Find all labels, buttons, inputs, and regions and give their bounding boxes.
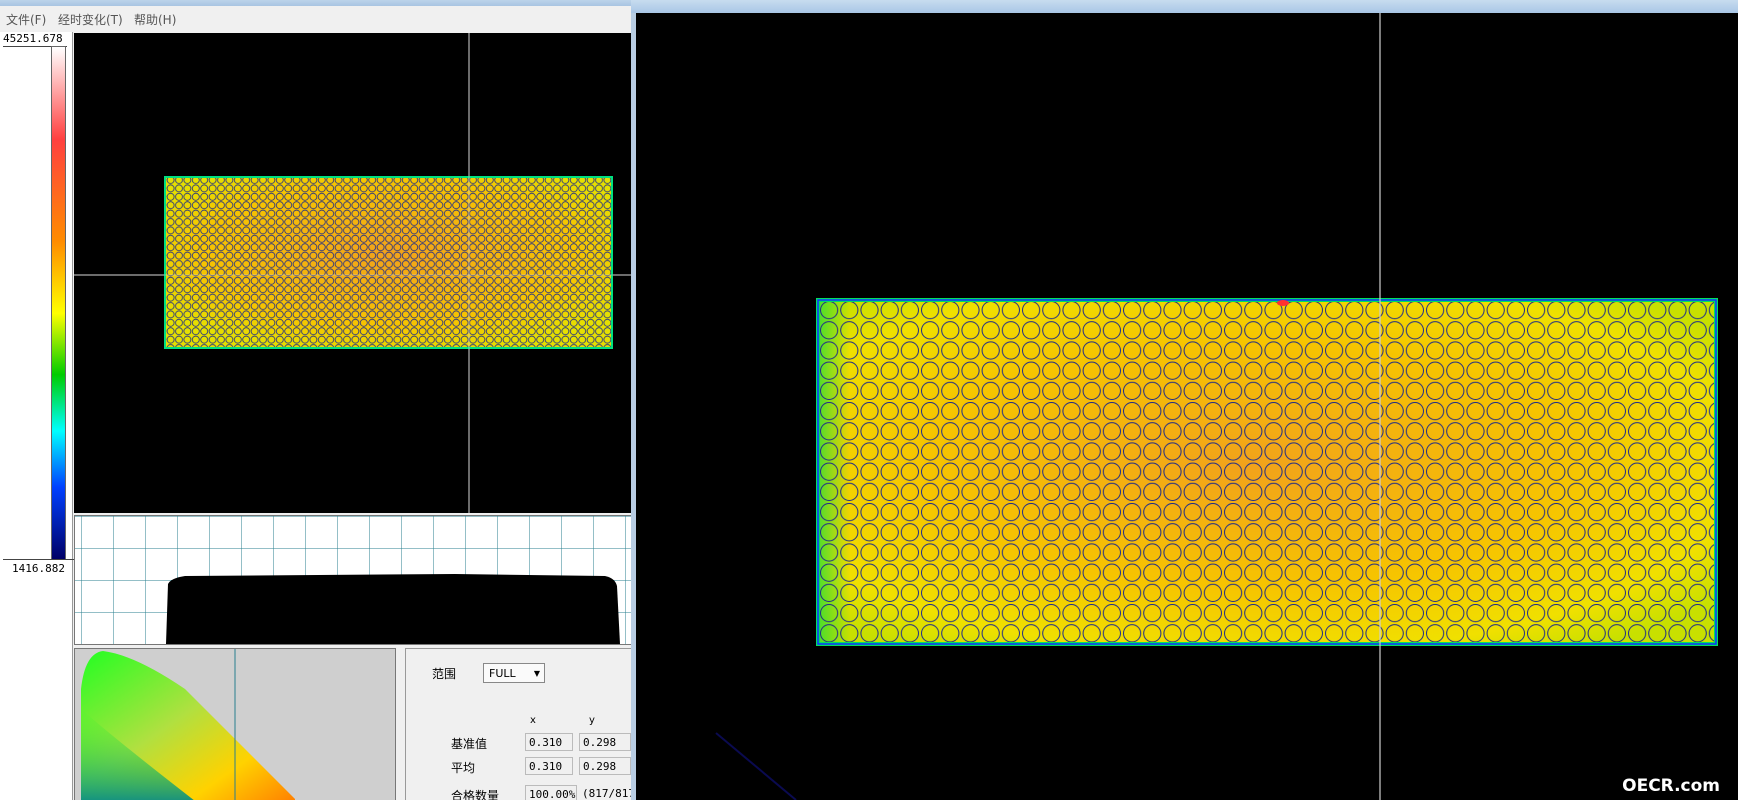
scale-max-value: 45251.678: [3, 32, 67, 47]
baseline-y: 0.298: [579, 733, 631, 751]
baseline-x: 0.310: [525, 733, 573, 751]
stray-light-streak: [715, 732, 797, 800]
average-y: 0.298: [579, 757, 631, 775]
average-x: 0.310: [525, 757, 573, 775]
chevron-down-icon: ▼: [533, 669, 540, 678]
stats-panel: 范围 FULL ▼ x y 基准值 0.310 0.298 平均 0.310 0…: [405, 648, 631, 800]
cie-diagram: [74, 648, 396, 800]
led-grid: [166, 178, 611, 347]
range-select[interactable]: FULL ▼: [483, 663, 545, 683]
row-average-label: 平均: [451, 761, 476, 775]
left-image-svg: [74, 33, 631, 513]
color-scale-panel: 45251.678 1416.882: [0, 32, 76, 800]
line-profile-graph: [74, 515, 631, 645]
row-baseline-label: 基准值: [451, 737, 488, 751]
right-image-svg: [636, 13, 1738, 800]
right-luminance-image[interactable]: [631, 13, 1738, 800]
left-window: 文件(F) 经时变化(T) 帮助(H) 45251.678 1416.882 范…: [0, 0, 631, 800]
profile-curve: [166, 574, 620, 644]
menu-bar: 文件(F) 经时变化(T) 帮助(H): [0, 6, 631, 32]
profile-svg: [75, 516, 631, 644]
menu-time-change[interactable]: 经时变化(T): [58, 11, 123, 28]
right-title-bar: [631, 0, 1738, 14]
pass-percent: 100.00%: [525, 785, 577, 800]
row-pass-count-label: 合格数量: [451, 789, 500, 800]
watermark-text: OECR.com: [1622, 776, 1720, 796]
hotspot-marker: [1277, 300, 1289, 306]
menu-file[interactable]: 文件(F): [6, 11, 46, 28]
cie-svg: [81, 649, 295, 800]
menu-help[interactable]: 帮助(H): [134, 11, 176, 28]
col-y-header: y: [589, 715, 595, 726]
color-scale-bar: [51, 46, 66, 560]
col-x-header: x: [530, 715, 536, 726]
scale-min-value: 1416.882: [3, 559, 76, 576]
led-grid-zoomed: [820, 302, 1714, 642]
range-select-value: FULL: [489, 667, 516, 680]
pass-count: (817/817): [582, 787, 631, 800]
left-luminance-image[interactable]: [74, 33, 631, 513]
range-label: 范围: [432, 667, 457, 681]
